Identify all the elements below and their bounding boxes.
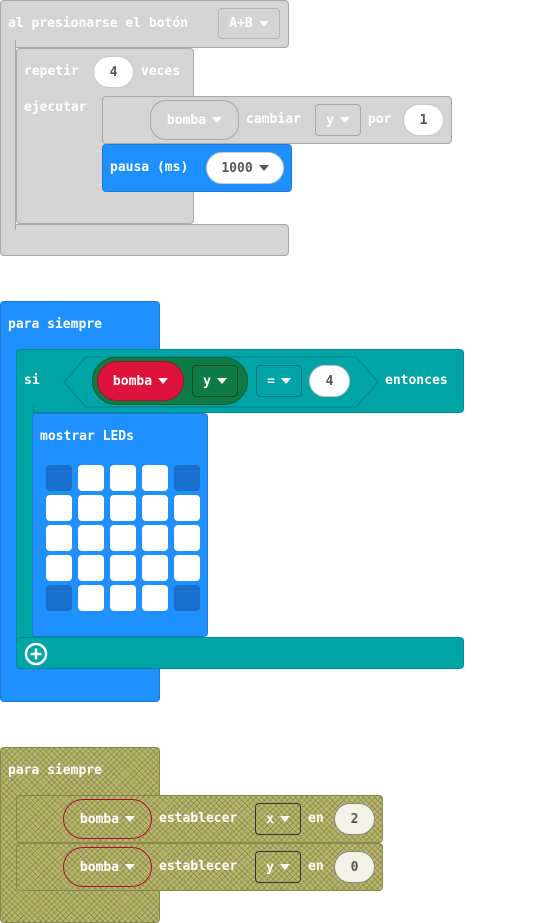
set-value-input[interactable]: 0 [334, 851, 375, 883]
repeat-label: repetir [24, 64, 79, 79]
operator-dropdown[interactable]: = [256, 365, 302, 397]
chevron-down-icon [125, 816, 136, 822]
button-event-block-spine [0, 40, 16, 230]
led-grid[interactable] [46, 465, 202, 613]
property-dropdown[interactable]: y [255, 851, 301, 883]
variable-name: bomba [79, 859, 120, 875]
variable-dropdown[interactable]: bomba [63, 799, 152, 839]
forever-label: para siempre [8, 317, 102, 332]
chevron-down-icon [339, 117, 350, 123]
repeat-times-input[interactable]: 4 [93, 56, 134, 88]
if-label: si [24, 373, 40, 388]
variable-name: bomba [112, 373, 153, 389]
then-label: entonces [385, 373, 448, 388]
set-value: 2 [350, 811, 359, 827]
led-cell[interactable] [142, 465, 168, 491]
pause-duration-value: 1000 [221, 160, 253, 176]
led-cell[interactable] [110, 465, 136, 491]
led-cell[interactable] [142, 555, 168, 581]
led-cell[interactable] [110, 555, 136, 581]
led-cell[interactable] [174, 465, 200, 491]
led-cell[interactable] [78, 465, 104, 491]
property-dropdown[interactable]: y [192, 365, 238, 397]
led-cell[interactable] [142, 495, 168, 521]
chevron-down-icon [212, 117, 223, 123]
led-cell[interactable] [110, 495, 136, 521]
plus-circle-icon[interactable] [24, 642, 48, 666]
property-dropdown[interactable]: y [315, 104, 361, 136]
change-amount-input[interactable]: 1 [403, 104, 444, 136]
forever-label: para siempre [8, 763, 102, 778]
variable-dropdown[interactable]: bomba [97, 361, 184, 401]
chevron-down-icon [125, 864, 136, 870]
set-label: establecer [159, 811, 238, 826]
compare-value: 4 [325, 373, 334, 389]
pause-duration-dropdown[interactable]: 1000 [206, 152, 284, 184]
led-cell[interactable] [142, 525, 168, 551]
set-value-input[interactable]: 2 [334, 803, 375, 835]
led-cell[interactable] [174, 525, 200, 551]
variable-name: bomba [79, 811, 120, 827]
led-cell[interactable] [46, 555, 72, 581]
led-cell[interactable] [46, 495, 72, 521]
times-label: veces [141, 64, 181, 79]
led-cell[interactable] [174, 585, 200, 611]
variable-dropdown[interactable]: bomba [150, 100, 239, 140]
led-cell[interactable] [78, 525, 104, 551]
variable-name: bomba [166, 112, 207, 128]
change-amount-value: 1 [419, 112, 428, 128]
led-cell[interactable] [174, 495, 200, 521]
to-label: en [308, 859, 324, 874]
property-value: y [203, 373, 211, 389]
chevron-down-icon [216, 378, 227, 384]
led-cell[interactable] [78, 495, 104, 521]
led-cell[interactable] [110, 525, 136, 551]
compare-value-input[interactable]: 4 [309, 365, 350, 397]
to-label: en [308, 811, 324, 826]
led-cell[interactable] [174, 555, 200, 581]
if-block-bottom [16, 637, 464, 669]
operator-value: = [267, 373, 275, 389]
property-value: y [266, 859, 274, 875]
chevron-down-icon [258, 20, 269, 27]
button-event-block-bottom [0, 224, 289, 256]
led-cell[interactable] [142, 585, 168, 611]
variable-dropdown[interactable]: bomba [63, 847, 152, 887]
button-event-label: al presionarse el botón [8, 16, 189, 31]
set-value: 0 [350, 859, 359, 875]
chevron-down-icon [258, 165, 269, 171]
do-label: ejecutar [24, 100, 87, 115]
show-leds-label: mostrar LEDs [40, 429, 134, 444]
set-label: establecer [159, 859, 238, 874]
property-dropdown[interactable]: x [255, 803, 301, 835]
led-cell[interactable] [46, 465, 72, 491]
change-label: cambiar [246, 112, 301, 127]
led-cell[interactable] [78, 555, 104, 581]
by-label: por [368, 112, 392, 127]
led-cell[interactable] [46, 525, 72, 551]
chevron-down-icon [279, 864, 290, 870]
led-cell[interactable] [78, 585, 104, 611]
chevron-down-icon [280, 378, 291, 384]
chevron-down-icon [279, 816, 290, 822]
property-value: y [326, 112, 334, 128]
chevron-down-icon [158, 378, 169, 384]
property-value: x [266, 811, 274, 827]
button-value: A+B [229, 16, 253, 31]
led-cell[interactable] [110, 585, 136, 611]
button-dropdown[interactable]: A+B [218, 8, 280, 39]
pause-label: pausa (ms) [110, 160, 189, 175]
led-cell[interactable] [46, 585, 72, 611]
repeat-times-value: 4 [109, 64, 118, 80]
